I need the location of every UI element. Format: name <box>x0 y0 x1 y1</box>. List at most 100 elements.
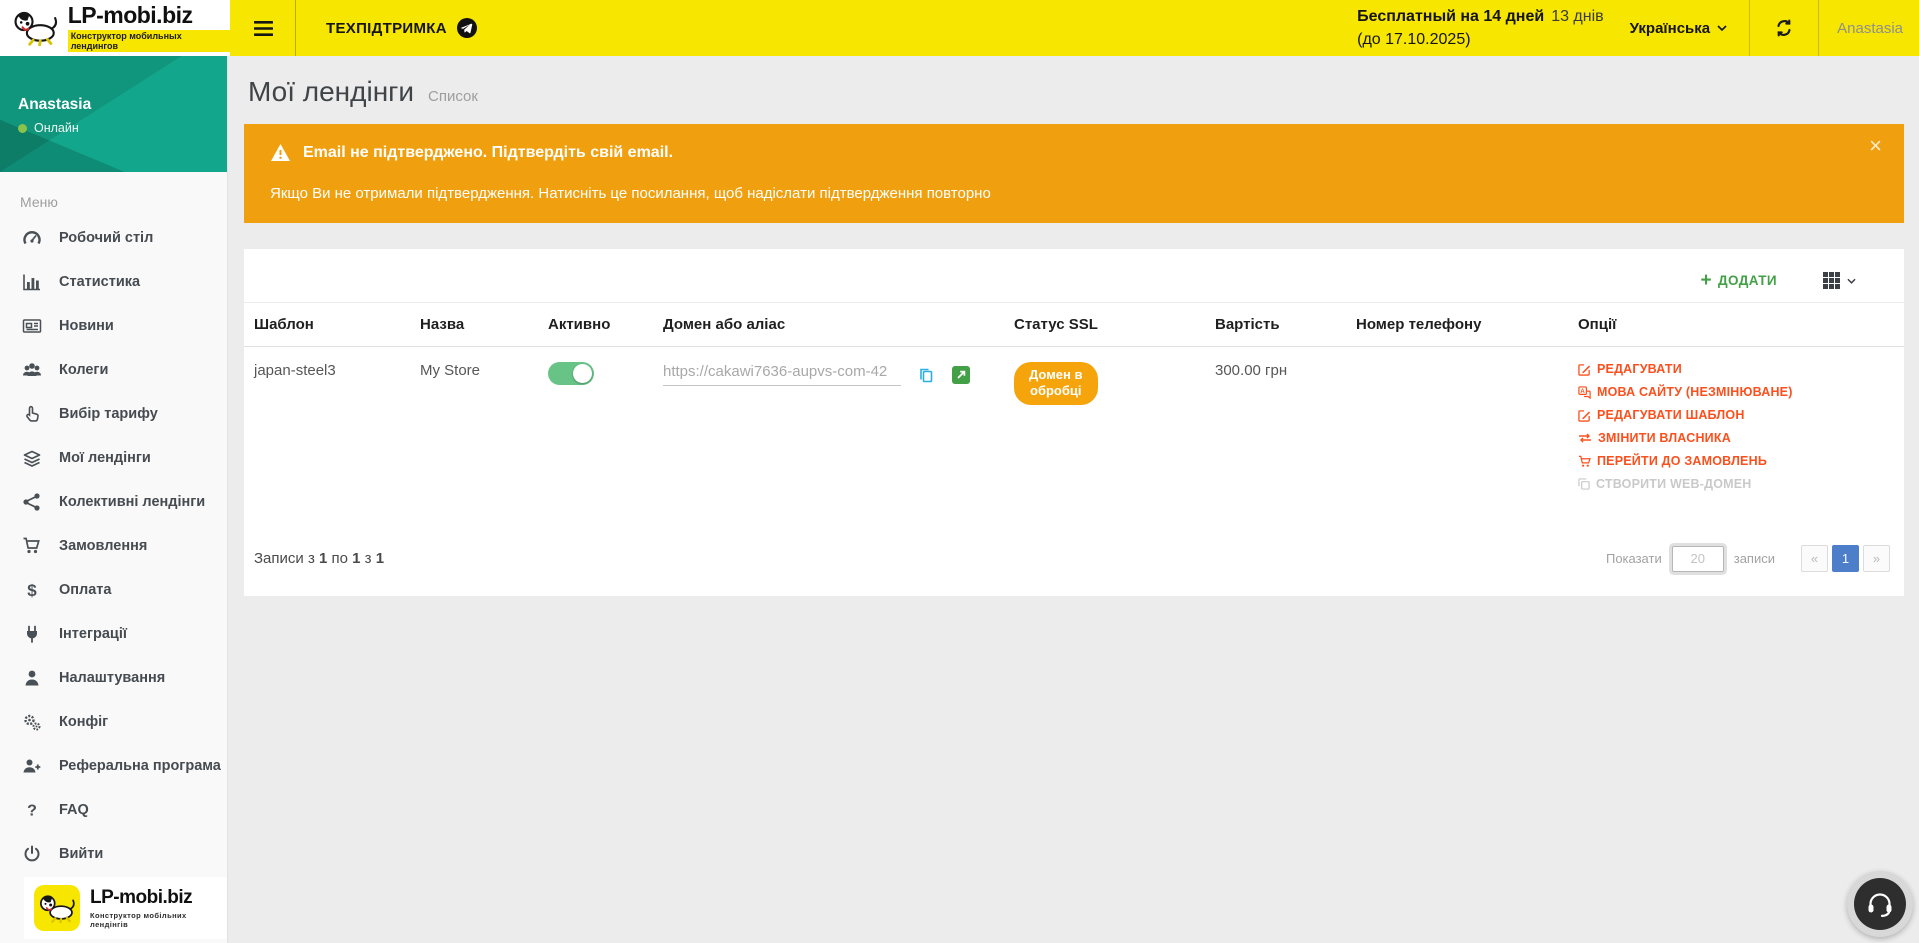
sidebar-item-config[interactable]: Конфіг <box>0 700 227 744</box>
topbar-divider <box>1749 0 1750 56</box>
pager: « 1 » <box>1801 545 1890 572</box>
column-header-template: Шаблон <box>244 303 410 347</box>
sidebar-user-name: Anastasia <box>18 96 91 114</box>
hand-pointer-icon <box>22 404 42 424</box>
table-columns-button[interactable] <box>1817 271 1862 290</box>
hamburger-icon <box>254 21 273 36</box>
edit-icon <box>1578 409 1591 422</box>
add-landing-button[interactable]: + ДОДАТИ <box>1701 271 1777 290</box>
next-page-button[interactable]: » <box>1863 545 1890 572</box>
sidebar-item-my-landings[interactable]: Мої лендінги <box>0 436 227 480</box>
sidebar-user-status: Онлайн <box>18 121 79 135</box>
sidebar-item-logout[interactable]: Вийти <box>0 832 227 876</box>
column-header-name: Назва <box>410 303 538 347</box>
refresh-button[interactable] <box>1768 17 1800 39</box>
newspaper-icon <box>22 316 42 336</box>
sidebar-item-referral[interactable]: Реферальна програма <box>0 744 227 788</box>
trial-days-left: 13 днів <box>1551 8 1603 25</box>
domain-input[interactable] <box>663 362 901 386</box>
footer-brand-tagline: Конструктор мобільних лендінгів <box>90 911 217 929</box>
user-icon <box>22 668 42 688</box>
exchange-icon <box>1578 433 1592 443</box>
cell-options: РЕДАГУВАТИ A МОВА САЙТУ (НЕЗМІНЮВАНЕ) РЕ… <box>1568 347 1904 516</box>
option-change-owner-link[interactable]: ЗМІНИТИ ВЛАСНИКА <box>1578 431 1894 445</box>
svg-text:$: $ <box>27 581 37 600</box>
brand-logo[interactable]: LP-mobi.biz Конструктор мобильных лендин… <box>0 0 230 56</box>
chat-widget-circle <box>1854 878 1906 930</box>
question-icon: ? <box>22 800 42 820</box>
sidebar-footer-logo[interactable]: LP-mobi.biz Конструктор мобільних лендін… <box>24 877 227 939</box>
cell-template: japan-steel3 <box>244 347 410 516</box>
prev-page-button[interactable]: « <box>1801 545 1828 572</box>
ssl-status-badge: Домен в обробці <box>1014 362 1098 405</box>
plug-icon <box>22 624 42 644</box>
option-go-to-orders-link[interactable]: ПЕРЕЙТИ ДО ЗАМОВЛЕНЬ <box>1578 454 1894 468</box>
sidebar-item-faq[interactable]: ? FAQ <box>0 788 227 832</box>
resend-confirmation-link[interactable]: Натисніть це посилання, щоб надіслати пі… <box>538 185 990 202</box>
landings-panel: + ДОДАТИ Шаблон <box>244 249 1904 596</box>
cell-domain <box>653 347 1004 516</box>
sidebar-item-integrations[interactable]: Інтеграції <box>0 612 227 656</box>
dog-badge-icon <box>34 885 80 931</box>
language-icon: A <box>1578 386 1591 399</box>
sidebar-menu: Робочий стіл Статистика Новини Колеги Ви… <box>0 216 227 876</box>
pagination-zone: Показати 20 записи « 1 » <box>1606 545 1890 572</box>
cell-price: 300.00 грн <box>1205 347 1346 516</box>
sidebar-item-settings[interactable]: Налаштування <box>0 656 227 700</box>
cell-active <box>538 347 653 516</box>
table-header-row: Шаблон Назва Активно Домен або аліас Ста… <box>244 303 1904 347</box>
cart-icon <box>1578 455 1591 468</box>
sidebar-toggle-button[interactable] <box>250 15 277 42</box>
grid-icon <box>1823 272 1840 289</box>
chevron-down-icon <box>1847 278 1856 284</box>
footer-brand-name: LP-mobi.biz <box>90 887 217 909</box>
refresh-icon <box>1774 18 1794 38</box>
headset-icon <box>1866 891 1894 918</box>
sidebar-item-colleagues[interactable]: Колеги <box>0 348 227 392</box>
table-row: japan-steel3 My Store <box>244 347 1904 516</box>
option-site-language-link[interactable]: A МОВА САЙТУ (НЕЗМІНЮВАНЕ) <box>1578 385 1894 399</box>
toggle-knob <box>573 364 592 383</box>
power-icon <box>22 844 42 864</box>
close-alert-button[interactable]: × <box>1863 134 1888 158</box>
column-header-active: Активно <box>538 303 653 347</box>
sidebar-item-payment[interactable]: $ Оплата <box>0 568 227 612</box>
trial-plan: Бесплатный на 14 дней <box>1357 8 1544 25</box>
warning-icon <box>270 143 291 162</box>
entries-label: записи <box>1734 551 1775 566</box>
dog-mascot-icon <box>12 10 59 46</box>
page-1-button[interactable]: 1 <box>1832 545 1859 572</box>
email-warning-banner: Email не підтверджено. Підтвердіть свій … <box>244 124 1904 223</box>
sidebar-item-collective-landings[interactable]: Колективні лендінги <box>0 480 227 524</box>
cell-ssl-status: Домен в обробці <box>1004 347 1205 516</box>
app-root: LP-mobi.biz Конструктор мобильных лендин… <box>0 0 1919 943</box>
column-header-options: Опції <box>1568 303 1904 347</box>
active-toggle[interactable] <box>548 362 594 385</box>
page-subtitle: Список <box>428 88 478 105</box>
column-header-domain: Домен або аліас <box>653 303 1004 347</box>
topbar-divider <box>1818 0 1819 56</box>
sidebar-item-orders[interactable]: Замовлення <box>0 524 227 568</box>
svg-text:A: A <box>1580 389 1585 395</box>
page-head: Мої лендінги Список <box>248 76 1904 108</box>
trial-until: (до 17.10.2025) <box>1357 28 1604 51</box>
topbar-divider <box>295 0 296 56</box>
option-edit-link[interactable]: РЕДАГУВАТИ <box>1578 362 1894 376</box>
sidebar-item-statistics[interactable]: Статистика <box>0 260 227 304</box>
topbar-username[interactable]: Anastasia <box>1837 20 1903 37</box>
language-selector[interactable]: Українська <box>1630 20 1727 37</box>
copy-domain-icon[interactable] <box>917 366 936 385</box>
chat-widget-button[interactable] <box>1847 871 1913 937</box>
tech-support-link[interactable]: ТЕХПІДТРИМКА <box>326 18 477 38</box>
sidebar-item-tariff[interactable]: Вибір тарифу <box>0 392 227 436</box>
alert-heading: Email не підтверджено. Підтвердіть свій … <box>303 144 673 162</box>
open-domain-icon[interactable] <box>952 366 970 384</box>
sidebar-item-dashboard[interactable]: Робочий стіл <box>0 216 227 260</box>
option-edit-template-link[interactable]: РЕДАГУВАТИ ШАБЛОН <box>1578 408 1894 422</box>
page-size-input[interactable]: 20 <box>1672 546 1724 572</box>
svg-text:?: ? <box>27 803 37 820</box>
trial-info: Бесплатный на 14 дней 13 днів (до 17.10.2… <box>1357 5 1604 51</box>
sidebar-item-news[interactable]: Новини <box>0 304 227 348</box>
share-icon <box>22 492 42 512</box>
clone-icon <box>1578 478 1590 490</box>
